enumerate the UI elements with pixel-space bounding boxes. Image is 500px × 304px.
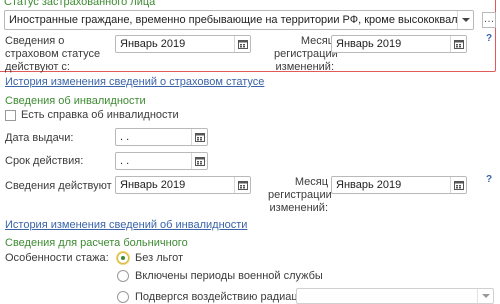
insured-status-more-button[interactable]: … [482, 12, 496, 28]
insured-month-label: Месяц регистрации изменений: [274, 35, 338, 73]
radio-no-benefits-label: Без льгот [135, 252, 184, 264]
radio-radiation-label: Подвергся воздействию радиации [135, 291, 310, 303]
insured-info-label: Сведения о страховом статусе действуют с… [5, 35, 101, 73]
radio-military-service[interactable] [117, 270, 129, 282]
dropdown-arrow-icon[interactable] [457, 11, 473, 29]
ellipsis-icon: … [483, 13, 495, 25]
help-icon[interactable]: ? [486, 174, 492, 185]
disability-month-label: Месяц регистрации изменений: [268, 176, 332, 214]
insured-info-date-value: Январь 2019 [120, 38, 186, 50]
valid-until-field[interactable]: . . [115, 152, 208, 170]
radio-radiation[interactable] [117, 291, 129, 303]
experience-features-label: Особенности стажа: [5, 252, 109, 264]
calendar-icon[interactable] [191, 153, 207, 169]
disability-title: Сведения об инвалидности [5, 95, 146, 107]
issue-date-label: Дата выдачи: [5, 132, 74, 144]
disability-certificate-checkbox[interactable] [5, 110, 16, 121]
calendar-icon[interactable] [234, 36, 250, 52]
issue-date-value: . . [120, 131, 130, 143]
valid-until-label: Срок действия: [5, 155, 84, 167]
insured-status-select[interactable]: Иностранные граждане, временно пребывающ… [4, 10, 474, 30]
insured-month-date-value: Январь 2019 [336, 38, 402, 50]
disability-checkbox-label: Есть справка об инвалидности [21, 109, 179, 121]
insured-status-title: Статус застрахованного лица [4, 0, 156, 8]
radio-no-benefits[interactable] [117, 252, 129, 264]
disability-month-date-field[interactable]: Январь 2019 [331, 176, 467, 194]
issue-date-field[interactable]: . . [115, 128, 208, 146]
disability-info-label: Сведения действуют с: [5, 180, 124, 192]
disability-info-date-value: Январь 2019 [120, 179, 186, 191]
calendar-icon[interactable] [450, 177, 466, 193]
radiation-type-select[interactable] [296, 288, 494, 304]
insured-status-value: Иностранные граждане, временно пребывающ… [9, 14, 473, 26]
insured-info-date-field[interactable]: Январь 2019 [115, 35, 251, 53]
radio-military-service-label: Включены периоды военной службы [135, 270, 323, 282]
valid-until-value: . . [120, 155, 130, 167]
sick-leave-title: Сведения для расчета больничного [5, 237, 188, 249]
insured-month-date-field[interactable]: Январь 2019 [331, 35, 467, 53]
calendar-icon[interactable] [234, 177, 250, 193]
disability-history-link[interactable]: История изменения сведений об инвалиднос… [5, 219, 247, 231]
calendar-icon[interactable] [191, 129, 207, 145]
help-icon[interactable]: ? [486, 33, 492, 44]
disability-month-date-value: Январь 2019 [336, 179, 402, 191]
dropdown-arrow-icon[interactable] [477, 289, 493, 303]
disability-info-date-field[interactable]: Январь 2019 [115, 176, 251, 194]
insured-history-link[interactable]: История изменения сведений о страховом с… [5, 76, 264, 88]
calendar-icon[interactable] [450, 36, 466, 52]
